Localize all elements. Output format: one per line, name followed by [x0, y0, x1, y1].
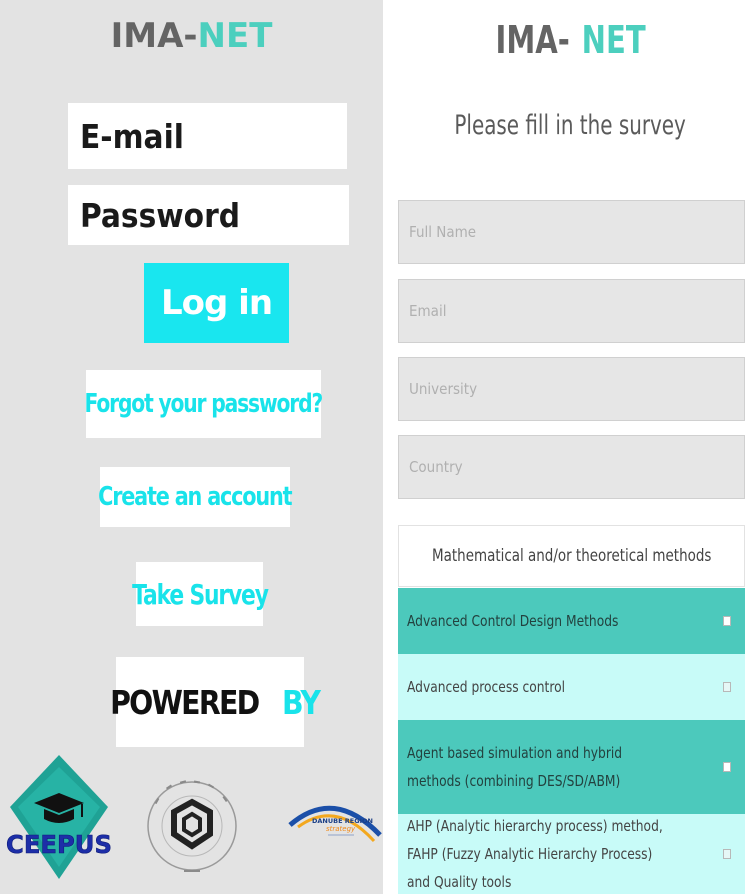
take-survey-label: Take Survey [131, 577, 269, 611]
create-account-label: Create an account [98, 482, 292, 512]
survey-brand-logo: IMA- NET [395, 18, 745, 62]
brand-part1: IMA- [110, 16, 198, 56]
option-label: Advanced process control [407, 678, 566, 696]
forgot-password-link[interactable]: Forgot your password? [84, 370, 324, 438]
email-field-wrap [68, 103, 347, 169]
panel-divider [383, 0, 395, 894]
survey-brand-part1: IMA- [495, 18, 570, 62]
full-name-field[interactable] [399, 201, 744, 263]
university-field-wrap [398, 357, 745, 421]
university-field[interactable] [399, 358, 744, 420]
powered-by: POWERED BY [110, 657, 321, 747]
survey-email-field[interactable] [399, 280, 744, 342]
survey-heading-text: Please fill in the survey [454, 110, 686, 141]
password-field[interactable] [68, 185, 349, 245]
survey-heading: Please fill in the survey [395, 110, 745, 141]
take-survey-link[interactable]: Take Survey [132, 562, 268, 626]
forgot-password-label: Forgot your password? [84, 389, 324, 419]
methods-section-text: Mathematical and/or theoretical methods [431, 546, 712, 566]
ceepus-logo: CEEPUS [4, 755, 114, 885]
danube-region-logo: DANUBE REGION strategy [284, 785, 384, 861]
create-account-link[interactable]: Create an account [98, 467, 293, 527]
methods-section-title: Mathematical and/or theoretical methods [398, 525, 745, 587]
option-label: AHP (Analytic hierarchy process) method,… [407, 817, 663, 891]
option-label: Advanced Control Design Methods [407, 612, 619, 630]
full-name-field-wrap [398, 200, 745, 264]
country-field[interactable] [399, 436, 744, 498]
by-label: BY [281, 682, 321, 722]
option-label: Agent based simulation and hybrid method… [407, 744, 623, 790]
email-survey-field-wrap [398, 279, 745, 343]
email-field[interactable] [68, 103, 347, 169]
option-row[interactable]: Advanced Control Design Methods [398, 588, 745, 654]
danube-text-2: strategy [326, 825, 356, 833]
ceepus-text: CEEPUS [6, 830, 112, 859]
option-checkbox[interactable] [723, 616, 731, 626]
university-seal-icon [146, 778, 238, 878]
brand-logo: IMA-NET [0, 16, 383, 56]
option-row[interactable]: AHP (Analytic hierarchy process) method,… [398, 814, 745, 894]
option-checkbox[interactable] [723, 762, 731, 772]
danube-text-1: DANUBE REGION [312, 817, 373, 825]
password-field-wrap [68, 185, 349, 245]
powered-label: POWERED [110, 682, 260, 722]
country-field-wrap [398, 435, 745, 499]
survey-brand-part2: NET [581, 18, 646, 62]
option-checkbox[interactable] [723, 682, 731, 692]
login-button[interactable]: Log in [144, 263, 289, 343]
brand-part2: NET [197, 16, 273, 56]
option-row[interactable]: Agent based simulation and hybrid method… [398, 720, 745, 814]
option-row[interactable]: Advanced process control [398, 654, 745, 720]
option-checkbox[interactable] [723, 849, 731, 859]
